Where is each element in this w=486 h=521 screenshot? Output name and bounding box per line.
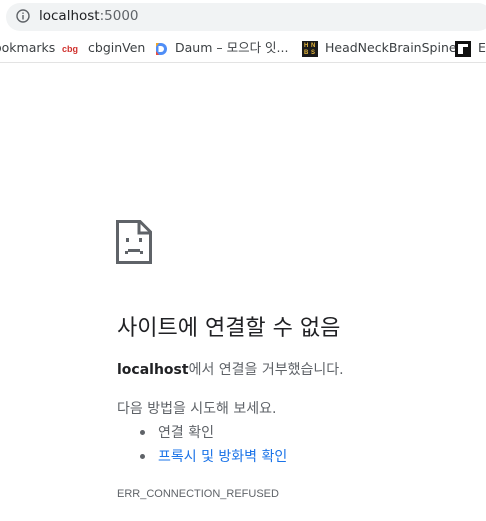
error-code: ERR_CONNECTION_REFUSED — [117, 488, 279, 500]
bullet-icon — [140, 453, 145, 459]
suggestion-check-proxy-firewall-link[interactable]: 프록시 및 방화벽 확인 — [140, 446, 287, 466]
bookmark-item[interactable]: H N B S HeadNeckBrainSpine — [302, 39, 457, 57]
info-icon[interactable] — [16, 9, 30, 23]
suggestion-check-connection: 연결 확인 — [140, 422, 214, 442]
hnbs-letter: N — [311, 42, 316, 49]
url-port: :5000 — [99, 8, 139, 24]
daum-logo-icon — [156, 42, 167, 55]
try-suggestions-heading: 다음 방법을 시도해 보세요. — [117, 401, 277, 417]
sad-page-icon — [116, 220, 152, 264]
suggestion-label: 연결 확인 — [158, 425, 214, 441]
hnbs-logo-icon: H N B S — [302, 40, 318, 57]
hnbs-letter: B — [304, 49, 309, 56]
bookmark-label: ookmarks — [0, 40, 56, 55]
e-logo-icon — [455, 40, 471, 57]
bookmark-label: E — [478, 40, 486, 55]
cbg-logo-icon: cbg — [62, 43, 79, 54]
error-host: localhost — [117, 362, 189, 378]
bookmark-label: cbginVen — [88, 40, 146, 55]
suggestion-label[interactable]: 프록시 및 방화벽 확인 — [158, 449, 287, 465]
error-desc-suffix: 에서 연결을 거부했습니다. — [188, 362, 344, 378]
hnbs-letter: S — [311, 49, 316, 56]
address-bar: localhost:5000 — [0, 0, 486, 34]
bookmark-item[interactable]: E — [455, 39, 486, 57]
bookmark-label: Daum – 모으다 잇... — [175, 40, 289, 55]
url-host: localhost — [39, 8, 100, 24]
bookmarks-bar: ookmarks cbg cbginVen Daum – 모으다 잇... H N… — [0, 34, 486, 63]
bookmark-item[interactable]: ookmarks — [0, 39, 55, 57]
bookmark-item[interactable]: cbg cbginVen — [62, 39, 145, 57]
error-description: localhost에서 연결을 거부했습니다. — [117, 359, 344, 379]
hnbs-letter: H — [304, 42, 309, 49]
bookmark-item[interactable]: Daum – 모으다 잇... — [154, 39, 288, 57]
url-text[interactable]: localhost:5000 — [39, 8, 139, 24]
error-title: 사이트에 연결할 수 없음 — [117, 316, 341, 341]
bullet-icon — [140, 429, 145, 435]
bookmark-label: HeadNeckBrainSpine — [325, 40, 457, 55]
omnibox[interactable]: localhost:5000 — [6, 3, 486, 31]
